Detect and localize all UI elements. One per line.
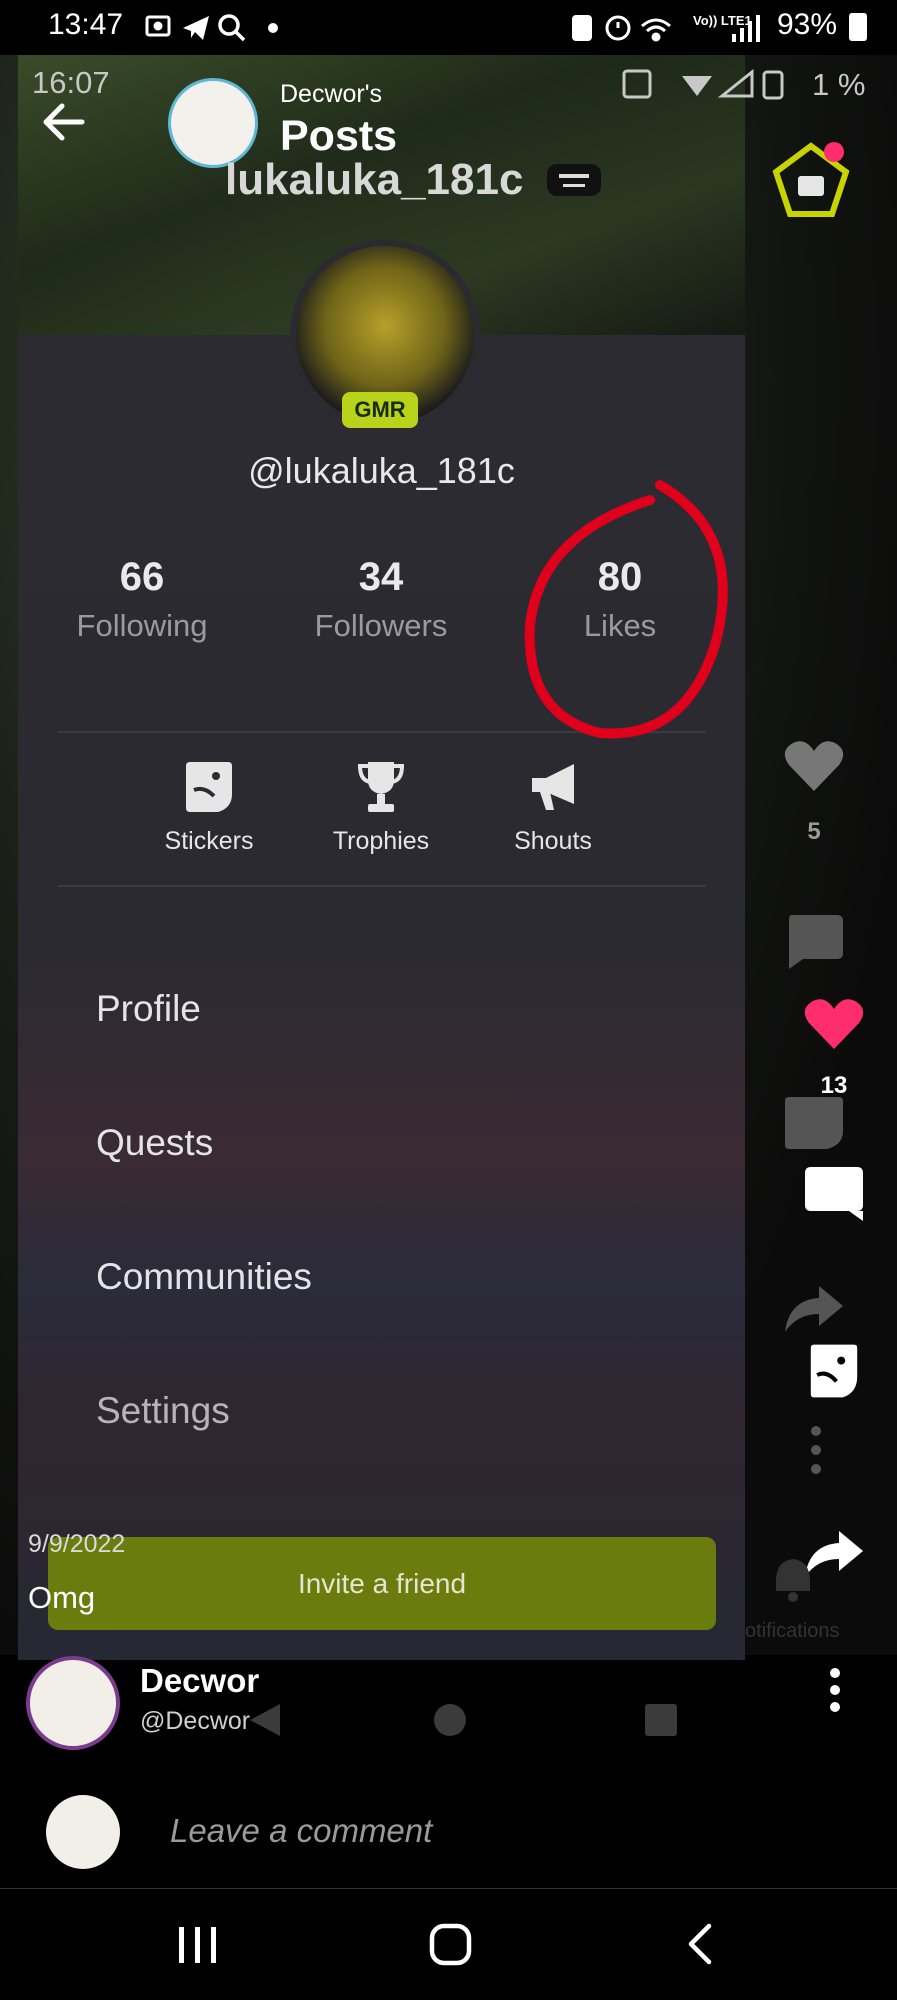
comment-avatar [46,1795,120,1869]
more-options-icon[interactable] [820,1665,850,1715]
menu-profile[interactable]: Profile [96,988,201,1030]
tile-label: Trophies [332,827,430,855]
stat-value: 34 [358,555,404,599]
post-caption: Omg [28,1580,96,1615]
comment-bar [0,1757,897,1887]
menu-quests[interactable]: Quests [96,1122,213,1164]
comment-input[interactable]: Leave a comment [170,1812,432,1850]
tile-label: Shouts [514,827,592,855]
comment-icon[interactable] [783,913,845,969]
heart-icon[interactable] [783,737,845,793]
menu-communities[interactable]: Communities [96,1256,312,1298]
tile-shouts[interactable]: Shouts [478,760,628,856]
like-heart-icon[interactable] [803,995,865,1051]
wifi-icon [641,18,671,42]
annotation-circle [524,480,728,739]
battery-percent: 93% [776,8,837,41]
poster-name: Decwor's [280,80,383,108]
search-icon [218,14,246,42]
author-name[interactable]: Decwor [140,1662,259,1700]
robot-icon [547,164,601,196]
share-icon[interactable] [783,1280,845,1336]
post-date: 9/9/2022 [28,1530,126,1558]
tile-label: Stickers [164,827,254,855]
sticker-icon[interactable] [783,1095,845,1151]
page-title: Posts [280,112,398,160]
stat-followers[interactable]: 34 Followers [281,555,481,644]
stat-value: 66 [119,555,165,599]
divider [0,1888,897,1889]
gmr-badge: GMR [342,392,418,428]
status-left-icons [145,12,285,49]
sticker-icon[interactable] [803,1343,865,1399]
stat-label: Following [76,608,208,643]
dot-icon [268,23,278,33]
tile-trophies[interactable]: Trophies [306,760,456,856]
telegram-icon [183,16,209,40]
inner-battery: 1 % [812,67,866,102]
cast-icon [145,15,171,37]
stat-label: Followers [314,608,448,643]
author-avatar[interactable] [26,1656,120,1750]
volte-label: Vo)) LTE1 [693,13,752,28]
inner-nav-bar [250,1704,677,1736]
drawer-username: lukaluka_181c [225,155,524,204]
status-time: 13:47 [48,8,124,41]
alarm-icon [605,15,631,41]
bell-icon [776,1559,810,1602]
inner-status-time: 16:07 [32,65,110,100]
tile-stickers[interactable]: Stickers [134,760,284,856]
megaphone-icon [532,764,574,810]
divider [58,885,706,887]
invite-friend-button[interactable]: Invite a friend [48,1537,716,1630]
notifications-label: otifications [745,1620,840,1642]
home-icon[interactable] [428,1922,473,1967]
more-dots-icon[interactable] [808,1425,824,1475]
trophy-icon [357,762,405,812]
sticker-icon [186,762,232,812]
recycle-icon [572,15,592,41]
back-arrow-icon[interactable] [42,100,87,145]
faded-like-count: 5 [807,818,821,845]
menu-settings[interactable]: Settings [96,1390,230,1432]
battery-icon [849,13,867,41]
stat-following[interactable]: 66 Following [42,555,242,644]
back-nav-icon[interactable] [685,1922,715,1967]
achievement-badge-icon[interactable] [770,140,852,222]
recents-icon[interactable] [175,1925,220,1965]
inner-status-icons [622,68,792,105]
comment-icon[interactable] [803,1165,865,1221]
